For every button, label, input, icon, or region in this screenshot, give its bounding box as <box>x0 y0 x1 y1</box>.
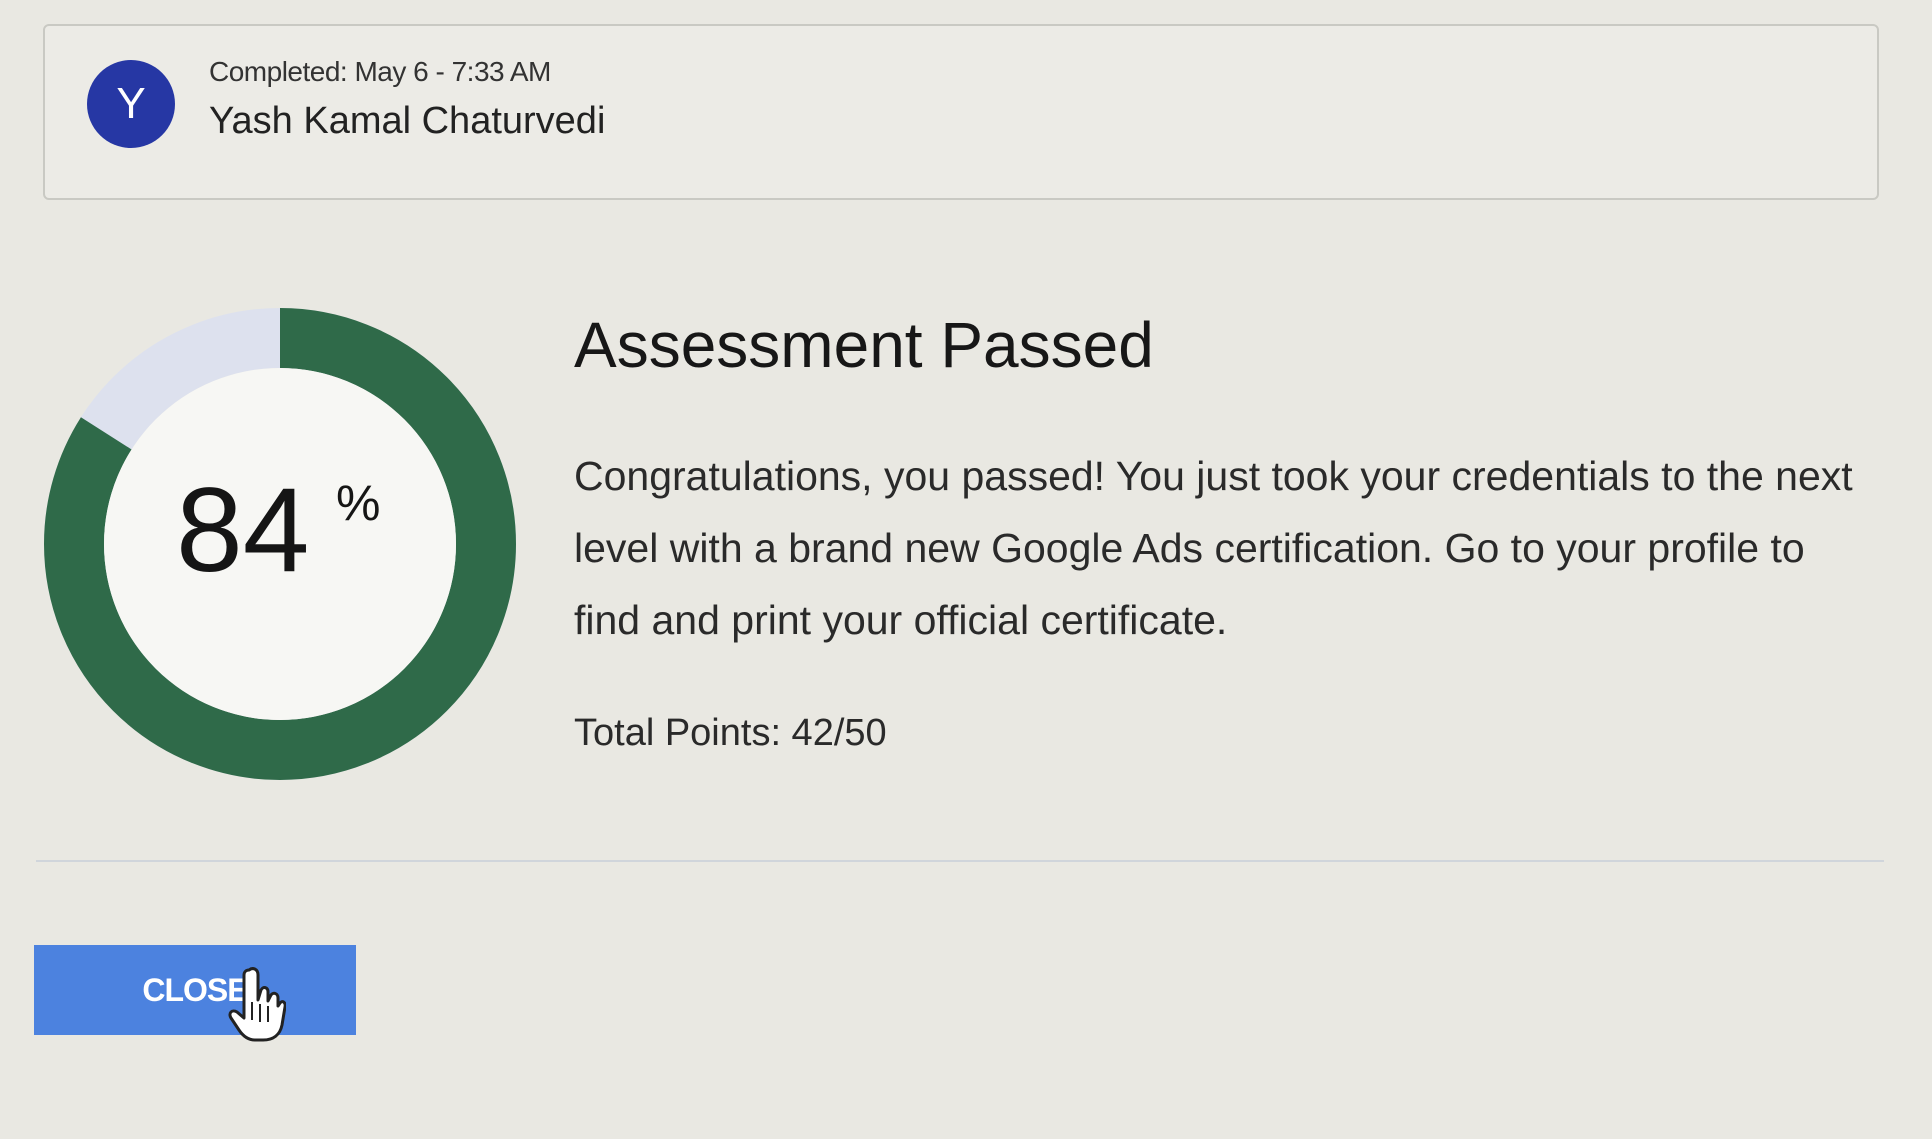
user-card: Y Completed: May 6 - 7:33 AM Yash Kamal … <box>43 24 1879 200</box>
completion-timestamp: Completed: May 6 - 7:33 AM <box>209 56 551 87</box>
avatar: Y <box>87 60 175 148</box>
user-name: Yash Kamal Chaturvedi <box>209 100 606 142</box>
assessment-title: Assessment Passed <box>574 309 1154 381</box>
score-percent-value: 84 <box>176 463 310 597</box>
close-button[interactable]: CLOSE <box>34 945 356 1035</box>
score-percent-unit: % <box>336 475 381 531</box>
section-divider <box>36 860 1884 862</box>
assessment-message: Congratulations, you passed! You just to… <box>574 453 1853 643</box>
hand-pointer-icon <box>228 967 286 1042</box>
total-points: Total Points: 42/50 <box>574 712 887 754</box>
